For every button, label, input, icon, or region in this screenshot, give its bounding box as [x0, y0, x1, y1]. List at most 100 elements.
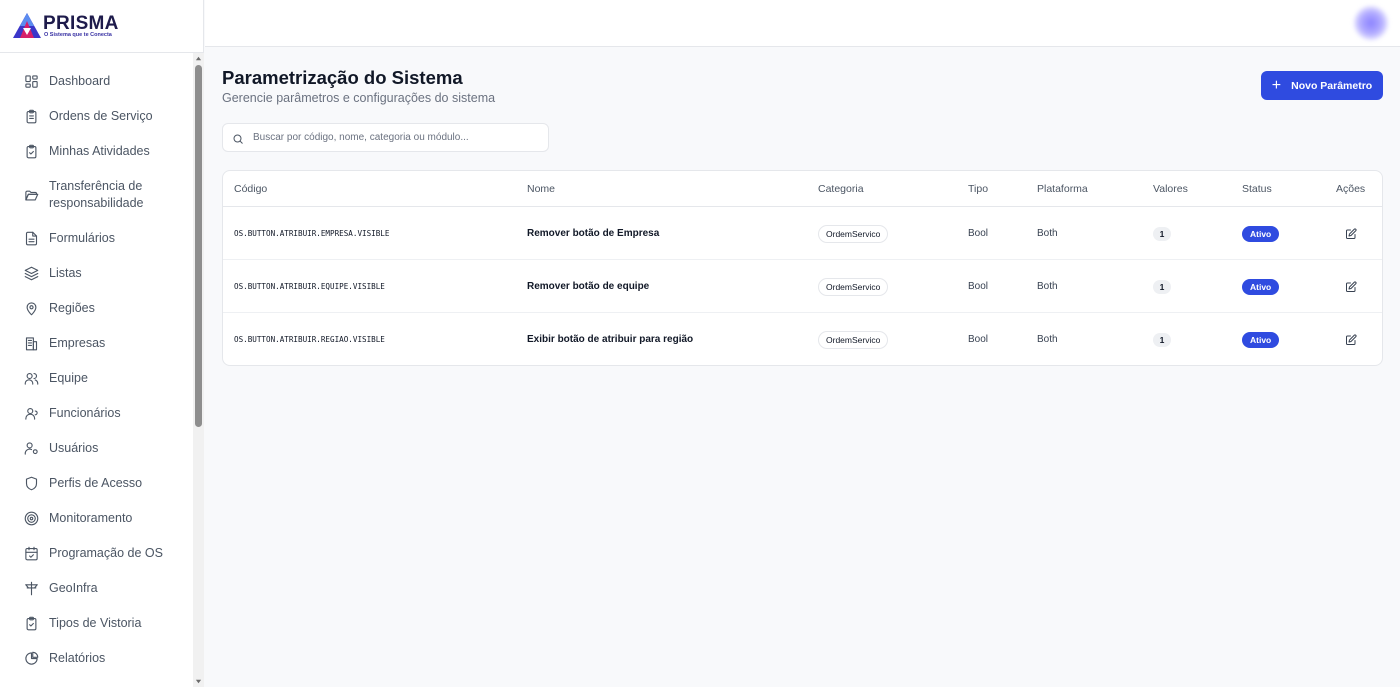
sidebar-item-label: Transferência de responsabilidade [49, 179, 144, 210]
table-row[interactable]: OS.BUTTON.ATRIBUIR.EMPRESA.VISIBLE Remov… [223, 207, 1382, 260]
user-avatar[interactable] [1354, 6, 1388, 40]
edit-icon[interactable] [1344, 333, 1358, 347]
layers-icon [23, 265, 39, 281]
column-header-nome[interactable]: Nome [527, 171, 555, 207]
clipboard-icon [23, 108, 39, 124]
sidebar-item-label: Listas [49, 266, 82, 280]
column-header-plataforma[interactable]: Plataforma [1037, 171, 1088, 207]
cell-codigo: OS.BUTTON.ATRIBUIR.EQUIPE.VISIBLE [234, 282, 385, 291]
search-input[interactable] [253, 132, 533, 143]
sidebar-item-label: Relatórios [49, 651, 106, 665]
top-bar [205, 0, 1400, 47]
cell-plataforma: Both [1037, 334, 1058, 345]
sidebar-item-usuarios[interactable]: Usuários [14, 433, 190, 463]
sidebar-item-equipe[interactable]: Equipe [14, 363, 190, 393]
sidebar-item-label: Programação de OS [49, 546, 163, 560]
column-header-acoes: Ações [1336, 183, 1366, 195]
prisma-logo-icon [13, 13, 41, 38]
scroll-down-arrow-icon[interactable] [195, 678, 202, 685]
sidebar-item-label: Perfis de Acesso [49, 476, 143, 490]
values-count-badge: 1 [1153, 279, 1171, 294]
cell-nome: Remover botão de Empresa [527, 228, 660, 239]
cell-tipo: Bool [968, 281, 989, 292]
sidebar: PRISMA O Sistema que te Conecta Dashboar… [0, 0, 204, 687]
sidebar-item-label: Regiões [49, 301, 95, 315]
clipboard-check-icon [23, 615, 39, 631]
sidebar-item-tipos-de-vistoria[interactable]: Tipos de Vistoria [14, 608, 190, 638]
sidebar-scrollbar[interactable] [193, 53, 204, 687]
pie-chart-icon [23, 650, 39, 666]
table-row[interactable]: OS.BUTTON.ATRIBUIR.EQUIPE.VISIBLE Remove… [223, 260, 1382, 313]
sidebar-item-minhas-atividades[interactable]: Minhas Atividades [14, 136, 190, 166]
file-text-icon [23, 230, 39, 246]
status-badge: Ativo [1242, 278, 1280, 295]
cell-plataforma: Both [1037, 281, 1058, 292]
sidebar-item-empresas[interactable]: Empresas [14, 328, 190, 358]
radar-icon [23, 510, 39, 526]
brand-tagline: O Sistema que te Conecta [44, 32, 112, 38]
column-header-codigo[interactable]: Código [234, 171, 267, 207]
cell-tipo: Bool [968, 228, 989, 239]
brand-logo[interactable]: PRISMA O Sistema que te Conecta [0, 0, 203, 53]
cell-codigo: OS.BUTTON.ATRIBUIR.REGIAO.VISIBLE [234, 335, 385, 344]
edit-icon[interactable] [1344, 280, 1358, 294]
sidebar-item-relatorios[interactable]: Relatórios [14, 643, 190, 673]
sidebar-item-transferencia[interactable]: Transferência de responsabilidade [14, 175, 190, 215]
sidebar-item-label: Empresas [49, 336, 106, 350]
utility-pole-icon [23, 580, 39, 596]
scrollbar-thumb[interactable] [195, 65, 202, 427]
sidebar-item-regioes[interactable]: Regiões [14, 293, 190, 323]
cell-codigo: OS.BUTTON.ATRIBUIR.EMPRESA.VISIBLE [234, 229, 390, 238]
folder-open-icon [23, 187, 39, 203]
user-group-icon [23, 405, 39, 421]
sidebar-item-funcionarios[interactable]: Funcionários [14, 398, 190, 428]
sidebar-item-label: GeoInfra [49, 581, 98, 595]
column-header-tipo[interactable]: Tipo [968, 171, 988, 207]
sidebar-item-dashboard[interactable]: Dashboard [14, 66, 190, 96]
parameters-table: Código Nome Categoria Tipo Plataforma Va… [222, 170, 1383, 366]
status-badge: Ativo [1242, 331, 1280, 348]
sidebar-item-label: Tipos de Vistoria [49, 616, 142, 630]
sidebar-item-listas[interactable]: Listas [14, 258, 190, 288]
page-title: Parametrização do Sistema [222, 67, 463, 88]
category-badge: OrdemServico [818, 224, 889, 243]
sidebar-item-label: Formulários [49, 231, 115, 245]
sidebar-item-label: Usuários [49, 441, 99, 455]
values-count-badge: 1 [1153, 226, 1171, 241]
clipboard-check-icon [23, 143, 39, 159]
cell-tipo: Bool [968, 334, 989, 345]
sidebar-item-geoinfra[interactable]: GeoInfra [14, 573, 190, 603]
sidebar-item-label: Ordens de Serviço [49, 109, 153, 123]
table-row[interactable]: OS.BUTTON.ATRIBUIR.REGIAO.VISIBLE Exibir… [223, 313, 1382, 365]
cell-plataforma: Both [1037, 228, 1058, 239]
cell-nome: Exibir botão de atribuir para região [527, 334, 694, 345]
column-header-valores[interactable]: Valores [1153, 171, 1188, 207]
sidebar-item-formularios[interactable]: Formulários [14, 223, 190, 253]
sidebar-nav: Dashboard Ordens de Serviço Minhas Ativi… [0, 53, 193, 687]
plus-icon: + [1271, 76, 1282, 94]
sidebar-item-monitoramento[interactable]: Monitoramento [14, 503, 190, 533]
sidebar-item-perfis-de-acesso[interactable]: Perfis de Acesso [14, 468, 190, 498]
map-pin-icon [23, 300, 39, 316]
sidebar-item-label: Minhas Atividades [49, 144, 150, 158]
values-count-badge: 1 [1153, 332, 1171, 347]
column-header-categoria[interactable]: Categoria [818, 171, 864, 207]
scroll-up-arrow-icon[interactable] [195, 55, 202, 62]
building-icon [23, 335, 39, 351]
new-parameter-button[interactable]: + Novo Parâmetro [1261, 71, 1383, 100]
sidebar-item-label: Equipe [49, 371, 88, 385]
sidebar-item-label: Funcionários [49, 406, 121, 420]
category-badge: OrdemServico [818, 277, 889, 296]
shield-icon [23, 475, 39, 491]
category-badge: OrdemServico [818, 330, 889, 349]
sidebar-item-ordens-de-servico[interactable]: Ordens de Serviço [14, 101, 190, 131]
search-box[interactable] [222, 123, 549, 152]
layout-grid-icon [23, 73, 39, 89]
column-header-status[interactable]: Status [1242, 171, 1272, 207]
users-icon [23, 370, 39, 386]
edit-icon[interactable] [1344, 227, 1358, 241]
sidebar-item-label: Dashboard [49, 74, 111, 88]
sidebar-item-programacao-de-os[interactable]: Programação de OS [14, 538, 190, 568]
calendar-check-icon [23, 545, 39, 561]
search-icon [232, 132, 244, 144]
